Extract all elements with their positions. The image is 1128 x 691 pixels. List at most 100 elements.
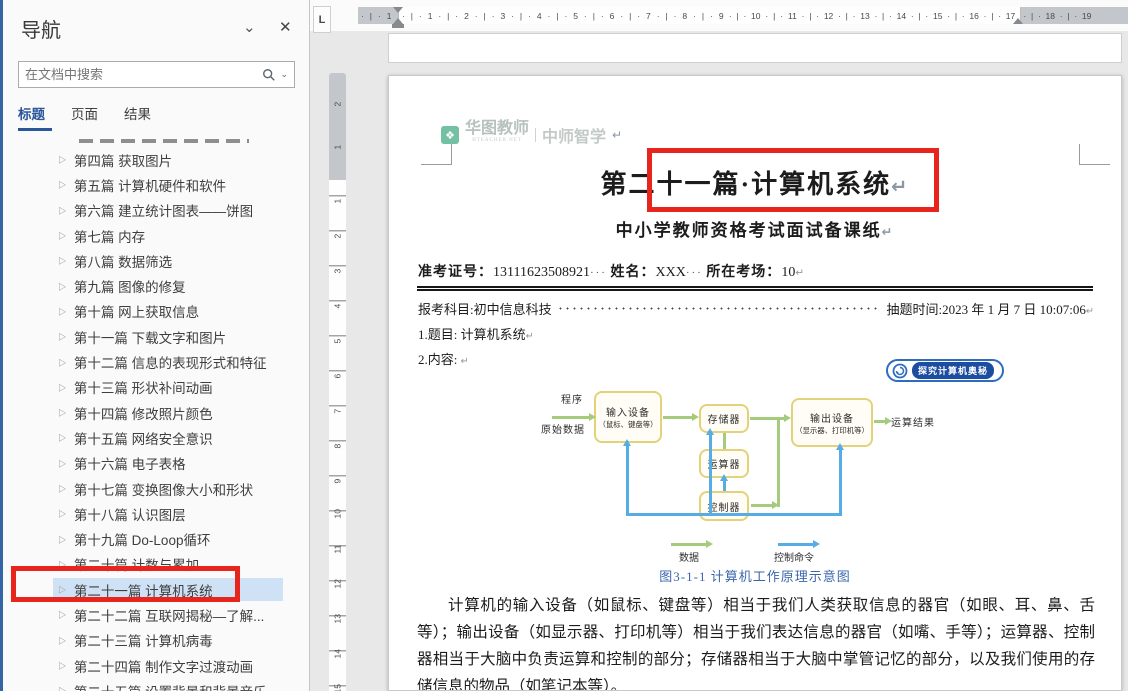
brand-name: 华图教师 HTEACHER.NET <box>465 123 529 147</box>
chevron-right-icon[interactable]: ▷ <box>59 432 66 445</box>
chevron-right-icon[interactable]: ▷ <box>59 229 66 242</box>
sidebar-item-16[interactable]: ▷ 第十九篇 Do-Loop循环 <box>3 526 309 551</box>
sidebar-item-21[interactable]: ▷第二十四篇 制作文字过渡动画 <box>3 653 309 678</box>
chevron-right-icon[interactable]: ▷ <box>59 153 66 166</box>
brand-divider <box>535 128 536 142</box>
tab-selector[interactable]: L <box>313 6 331 33</box>
tab-pages[interactable]: 页面 <box>71 103 98 131</box>
chevron-right-icon[interactable]: ▷ <box>59 406 66 419</box>
chevron-right-icon[interactable]: ▷ <box>59 609 66 622</box>
sidebar-item-2[interactable]: ▷ 第五篇 计算机硬件和软件 <box>3 172 309 197</box>
chevron-right-icon[interactable]: ▷ <box>59 280 66 293</box>
sidebar-item-9[interactable]: ▷第十二篇 信息的表现形式和特征 <box>3 349 309 374</box>
sidebar-item-15[interactable]: ▷ 第十八篇 认识图层 <box>3 501 309 526</box>
first-line-indent-marker[interactable] <box>393 7 403 13</box>
sidebar-item-20[interactable]: ▷第二十三篇 计算机病毒 <box>3 628 309 653</box>
right-indent-marker[interactable] <box>1013 18 1023 24</box>
diagram-label-program: 程序 <box>561 391 583 406</box>
legend-control-arrow <box>778 543 814 546</box>
tab-results[interactable]: 结果 <box>124 103 151 131</box>
chevron-right-icon[interactable]: ▷ <box>59 634 66 647</box>
ruler-cm-number: 2 <box>333 226 343 239</box>
search-icon[interactable] <box>262 68 276 82</box>
sidebar-item-12[interactable]: ▷第十五篇 网络安全意识 <box>3 425 309 450</box>
legend-control-label: 控制命令 <box>774 549 814 564</box>
chevron-right-icon[interactable]: ▷ <box>59 330 66 343</box>
ruler-cm-cell: ·|·13 <box>836 7 872 24</box>
search-input[interactable] <box>19 67 262 82</box>
chevron-right-icon[interactable]: ▷ <box>59 381 66 394</box>
chevron-right-icon[interactable]: ▷ <box>59 457 66 470</box>
candidate-info-line: 准考证号：13111623508921··· 姓名：XXX··· 所在考场：10… <box>418 261 804 281</box>
chevron-right-icon[interactable]: ▷ <box>59 255 66 268</box>
legend-data-arrow <box>671 543 707 546</box>
sidebar-item-4[interactable]: ▷第七篇 内存 <box>3 223 309 248</box>
chevron-right-icon[interactable]: ▷ <box>59 179 66 192</box>
sidebar-item-label: 第十九篇 Do-Loop循环 <box>74 529 211 549</box>
ruler-cm-cell: ·|·2 <box>435 7 471 24</box>
left-indent-marker[interactable] <box>392 24 404 28</box>
margin-corner-mark-left <box>421 144 452 165</box>
margin-corner-mark-right <box>1079 144 1110 165</box>
badge-label: 探究计算机奥秘 <box>912 362 994 379</box>
ruler-cm-cell: ·|·16 <box>945 7 981 24</box>
chevron-right-icon[interactable]: ▷ <box>59 305 66 318</box>
paragraph-mark: ↵ <box>526 331 534 342</box>
chevron-right-icon[interactable]: ▷ <box>59 685 66 691</box>
paragraph-mark: ↵ <box>1086 306 1094 317</box>
search-dropdown-chevron-icon[interactable]: ⌄ <box>280 69 288 80</box>
chevron-down-icon[interactable]: ⌄ <box>243 18 256 36</box>
sidebar-item-label: 第十八篇 认识图层 <box>74 504 186 524</box>
sidebar-item-18[interactable]: ▷第二十一篇 计算机系统 <box>3 577 309 602</box>
tab-headings[interactable]: 标题 <box>18 103 45 131</box>
close-icon[interactable]: ✕ <box>279 18 292 36</box>
ruler-cm-number: 5 <box>333 331 343 344</box>
sidebar-item-10[interactable]: ▷第十三篇 形状补间动画 <box>3 375 309 400</box>
nav-pane-title: 导航 <box>21 14 61 43</box>
ruler-cm-number: 13 <box>333 611 343 624</box>
chevron-right-icon[interactable]: ▷ <box>59 356 66 369</box>
ruler-cm-cell: ·|·4 <box>508 7 544 24</box>
swirl-icon <box>892 363 908 379</box>
ruler-cm-number: 4 <box>333 296 343 309</box>
sidebar-item-22[interactable]: ▷ 第二十五篇 设置背景和背景音乐 <box>3 678 309 691</box>
ruler-segment: ·|·18·|·19 <box>1021 7 1128 24</box>
control-line <box>626 513 842 516</box>
search-box[interactable]: ⌄ <box>18 61 295 88</box>
sidebar-item-14[interactable]: ▷第十七篇 变换图像大小和形状 <box>3 476 309 501</box>
figure-caption: 图3-1-1 计算机工作原理示意图 <box>389 566 1121 585</box>
sidebar-item-8[interactable]: ▷第十一篇 下载文字和图片 <box>3 324 309 349</box>
sidebar-item-6[interactable]: ▷第九篇 图像的修复 <box>3 273 309 298</box>
ruler-cm-cell: ·|·12 <box>799 7 835 24</box>
document-page[interactable]: ❖ 华图教师 HTEACHER.NET 中师智学 ↵ 第二十一篇·计算机系统↵ … <box>388 75 1122 691</box>
ruler-cm-number: 2 <box>333 94 343 107</box>
sidebar-item-17[interactable]: ▷ 第二十篇 计数与累加 <box>3 552 309 577</box>
sidebar-item-13[interactable]: ▷第十六篇 电子表格 <box>3 451 309 476</box>
navigation-pane: 导航 ⌄ ✕ ⌄ 标题 页面 结果 ▷ 第四篇 获取图片 ▷ 第五篇 计算机硬件和软件… <box>3 0 310 691</box>
chevron-right-icon[interactable]: ▷ <box>59 482 66 495</box>
sidebar-item-label: 第二十二篇 互联网揭秘—了解... <box>74 605 265 625</box>
vertical-ruler[interactable]: 21123456789101112131415 <box>329 60 346 691</box>
sidebar-item-3[interactable]: ▷第六篇 建立统计图表——饼图 <box>3 198 309 223</box>
ruler-cm-cell: ·|·3 <box>472 7 508 24</box>
chevron-right-icon[interactable]: ▷ <box>59 583 66 596</box>
sidebar-item-11[interactable]: ▷ 第十四篇 修改照片颜色 <box>3 400 309 425</box>
sidebar-item-partially-scrolled[interactable] <box>79 139 249 143</box>
sidebar-item-label: 第十四篇 修改照片颜色 <box>74 403 213 423</box>
sidebar-item-7[interactable]: ▷第十篇 网上获取信息 <box>3 299 309 324</box>
ruler-cm-number: 1 <box>333 137 343 150</box>
sidebar-item-1[interactable]: ▷ 第四篇 获取图片 <box>3 147 309 172</box>
chevron-right-icon[interactable]: ▷ <box>59 558 66 571</box>
sidebar-item-label: 第二十五篇 设置背景和背景音乐 <box>74 681 267 691</box>
name-value: XXX <box>655 265 685 280</box>
sidebar-item-label: 第四篇 获取图片 <box>74 150 172 170</box>
ruler-cm-cell: ·|·1 <box>399 7 435 24</box>
sidebar-item-label: 第二十篇 计数与累加 <box>74 554 199 574</box>
chevron-right-icon[interactable]: ▷ <box>59 204 66 217</box>
chevron-right-icon[interactable]: ▷ <box>59 659 66 672</box>
sidebar-item-5[interactable]: ▷第八篇 数据筛选 <box>3 248 309 273</box>
sidebar-item-19[interactable]: ▷ 第二十二篇 互联网揭秘—了解... <box>3 602 309 627</box>
sidebar-item-label: 第五篇 计算机硬件和软件 <box>74 175 226 195</box>
chevron-right-icon[interactable]: ▷ <box>59 533 66 546</box>
chevron-right-icon[interactable]: ▷ <box>59 507 66 520</box>
